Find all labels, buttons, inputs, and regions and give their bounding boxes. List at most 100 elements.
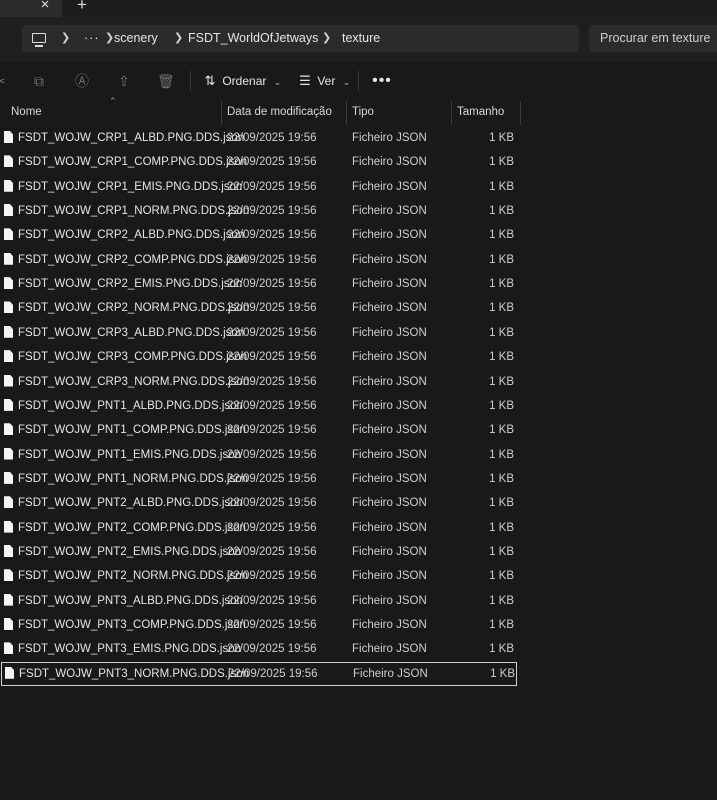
file-icon — [4, 179, 13, 192]
file-row[interactable]: FSDT_WOJW_PNT1_ALBD.PNG.DDS.json 22/09/20… — [0, 394, 520, 418]
file-row[interactable]: FSDT_WOJW_CRP1_ALBD.PNG.DDS.json 22/09/20… — [0, 126, 520, 150]
file-name: FSDT_WOJW_PNT3_COMP.PNG.DDS.json — [18, 619, 246, 631]
file-size: 1 KB — [489, 205, 514, 218]
file-type: Ficheiro JSON — [352, 253, 427, 266]
file-row[interactable]: FSDT_WOJW_PNT2_NORM.PNG.DDS.json 22/09/20… — [0, 564, 520, 588]
file-size: 1 KB — [489, 643, 514, 656]
file-row[interactable]: FSDT_WOJW_CRP1_NORM.PNG.DDS.json 22/09/20… — [0, 199, 520, 223]
address-bar[interactable]: ❯ ··· ❯ scenery ❯ FSDT_WorldOfJetways ❯ … — [22, 25, 579, 52]
breadcrumb-item[interactable]: texture — [342, 25, 380, 52]
column-header-size[interactable]: Tamanho — [457, 101, 504, 125]
file-icon — [4, 252, 13, 265]
file-row[interactable]: FSDT_WOJW_PNT3_NORM.PNG.DDS.json 22/09/20… — [1, 661, 517, 686]
file-icon — [4, 496, 13, 509]
file-row[interactable]: FSDT_WOJW_PNT1_EMIS.PNG.DDS.json 22/09/20… — [0, 443, 520, 467]
close-icon[interactable]: × — [39, 0, 51, 13]
column-divider[interactable] — [221, 101, 222, 125]
file-row[interactable]: FSDT_WOJW_CRP2_ALBD.PNG.DDS.json 22/09/20… — [0, 223, 520, 247]
command-bar: ✂ ⧉ Ⓐ ⇪ 🗑 ⇅ Ordenar ⌄ ☰ Ver ⌄ ••• — [0, 61, 717, 101]
file-date: 22/09/2025 19:56 — [227, 448, 317, 461]
file-type: Ficheiro JSON — [352, 375, 427, 388]
tab-current[interactable]: × — [0, 0, 62, 17]
cut-icon[interactable]: ✂ — [0, 73, 8, 89]
new-tab-icon[interactable]: + — [74, 0, 90, 14]
address-row: ❯ ··· ❯ scenery ❯ FSDT_WorldOfJetways ❯ … — [0, 17, 717, 61]
file-name: FSDT_WOJW_CRP2_COMP.PNG.DDS.json — [18, 253, 248, 266]
breadcrumb-item[interactable]: scenery — [114, 25, 158, 52]
view-icon: ☰ — [299, 73, 311, 88]
file-row[interactable]: FSDT_WOJW_CRP3_COMP.PNG.DDS.json 22/09/20… — [0, 345, 520, 369]
column-divider[interactable] — [346, 101, 347, 125]
file-date: 22/09/2025 19:56 — [227, 472, 317, 485]
file-row[interactable]: FSDT_WOJW_PNT1_NORM.PNG.DDS.json 22/09/20… — [0, 467, 520, 491]
file-size: 1 KB — [489, 497, 514, 510]
chevron-down-icon: ⌄ — [342, 77, 351, 87]
file-row[interactable]: FSDT_WOJW_CRP2_COMP.PNG.DDS.json 22/09/20… — [0, 248, 520, 272]
chevron-right-icon[interactable]: ❯ — [105, 25, 114, 52]
file-size: 1 KB — [489, 570, 514, 583]
file-date: 22/09/2025 19:56 — [227, 156, 317, 169]
column-header-date[interactable]: Data de modificação — [227, 101, 332, 125]
column-header-name[interactable]: Nome — [11, 101, 42, 125]
file-size: 1 KB — [489, 399, 514, 412]
file-size: 1 KB — [489, 594, 514, 607]
file-name: FSDT_WOJW_PNT2_ALBD.PNG.DDS.json — [18, 497, 243, 510]
file-row[interactable]: FSDT_WOJW_CRP2_NORM.PNG.DDS.json 22/09/20… — [0, 296, 520, 320]
column-header-type[interactable]: Tipo — [352, 101, 374, 125]
delete-icon[interactable]: 🗑 — [157, 73, 175, 89]
file-icon — [4, 618, 13, 630]
file-row[interactable]: FSDT_WOJW_CRP1_EMIS.PNG.DDS.json 22/09/20… — [0, 175, 520, 199]
file-row[interactable]: FSDT_WOJW_PNT2_EMIS.PNG.DDS.json 22/09/20… — [0, 540, 520, 564]
file-row[interactable]: FSDT_WOJW_CRP1_COMP.PNG.DDS.json 22/09/20… — [0, 150, 520, 174]
file-name: FSDT_WOJW_CRP2_EMIS.PNG.DDS.json — [18, 278, 243, 291]
file-size: 1 KB — [489, 619, 514, 631]
file-size: 1 KB — [489, 156, 514, 169]
file-name: FSDT_WOJW_CRP2_NORM.PNG.DDS.json — [18, 302, 250, 315]
file-name: FSDT_WOJW_PNT2_COMP.PNG.DDS.json — [18, 521, 246, 534]
more-options-button[interactable]: ••• — [372, 69, 392, 93]
column-divider[interactable] — [451, 101, 452, 125]
file-row[interactable]: FSDT_WOJW_PNT3_EMIS.PNG.DDS.json 22/09/20… — [0, 637, 520, 661]
file-row[interactable]: FSDT_WOJW_PNT2_ALBD.PNG.DDS.json 22/09/20… — [0, 491, 520, 515]
view-button[interactable]: ☰ Ver ⌄ — [296, 69, 350, 93]
copy-icon[interactable]: ⧉ — [31, 73, 47, 89]
file-icon — [4, 325, 13, 338]
file-row[interactable]: FSDT_WOJW_PNT3_ALBD.PNG.DDS.json 22/09/20… — [0, 589, 520, 613]
breadcrumb-overflow[interactable]: ··· — [84, 25, 100, 52]
column-divider[interactable] — [520, 101, 521, 125]
file-name: FSDT_WOJW_PNT3_EMIS.PNG.DDS.json — [18, 643, 242, 656]
chevron-right-icon[interactable]: ❯ — [61, 25, 70, 52]
file-icon — [4, 520, 13, 533]
file-icon — [4, 569, 13, 582]
file-date: 22/09/2025 19:56 — [227, 229, 317, 242]
chevron-right-icon[interactable]: ❯ — [174, 25, 183, 52]
file-row[interactable]: FSDT_WOJW_PNT2_COMP.PNG.DDS.json 22/09/20… — [0, 516, 520, 540]
file-date: 22/09/2025 19:56 — [227, 643, 317, 656]
search-placeholder: Procurar em texture — [600, 31, 711, 45]
file-size: 1 KB — [489, 229, 514, 242]
file-date: 22/09/2025 19:56 — [227, 302, 317, 315]
file-type: Ficheiro JSON — [352, 132, 427, 144]
file-row[interactable]: FSDT_WOJW_PNT1_COMP.PNG.DDS.json 22/09/20… — [0, 418, 520, 442]
search-input[interactable]: Procurar em texture — [589, 25, 717, 52]
chevron-right-icon[interactable]: ❯ — [322, 25, 331, 52]
breadcrumb-item[interactable]: FSDT_WorldOfJetways — [188, 25, 318, 52]
sort-button[interactable]: ⇅ Ordenar ⌄ — [201, 69, 282, 93]
file-icon — [4, 228, 13, 241]
share-icon[interactable]: ⇪ — [116, 73, 132, 89]
file-icon — [4, 155, 13, 168]
file-row[interactable]: FSDT_WOJW_CRP3_NORM.PNG.DDS.json 22/09/20… — [0, 370, 520, 394]
rename-icon[interactable]: Ⓐ — [74, 73, 90, 89]
file-type: Ficheiro JSON — [352, 448, 427, 461]
file-type: Ficheiro JSON — [352, 521, 427, 534]
file-icon — [4, 204, 13, 217]
this-pc-icon[interactable] — [32, 33, 46, 47]
file-icon — [5, 666, 14, 679]
file-row[interactable]: FSDT_WOJW_CRP2_EMIS.PNG.DDS.json 22/09/20… — [0, 272, 520, 296]
file-date: 22/09/2025 19:56 — [227, 619, 317, 631]
file-row[interactable]: FSDT_WOJW_PNT3_COMP.PNG.DDS.json 22/09/20… — [0, 613, 520, 637]
file-type: Ficheiro JSON — [352, 570, 427, 583]
file-icon — [4, 423, 13, 436]
file-date: 22/09/2025 19:56 — [227, 521, 317, 534]
file-row[interactable]: FSDT_WOJW_CRP3_ALBD.PNG.DDS.json 22/09/20… — [0, 321, 520, 345]
